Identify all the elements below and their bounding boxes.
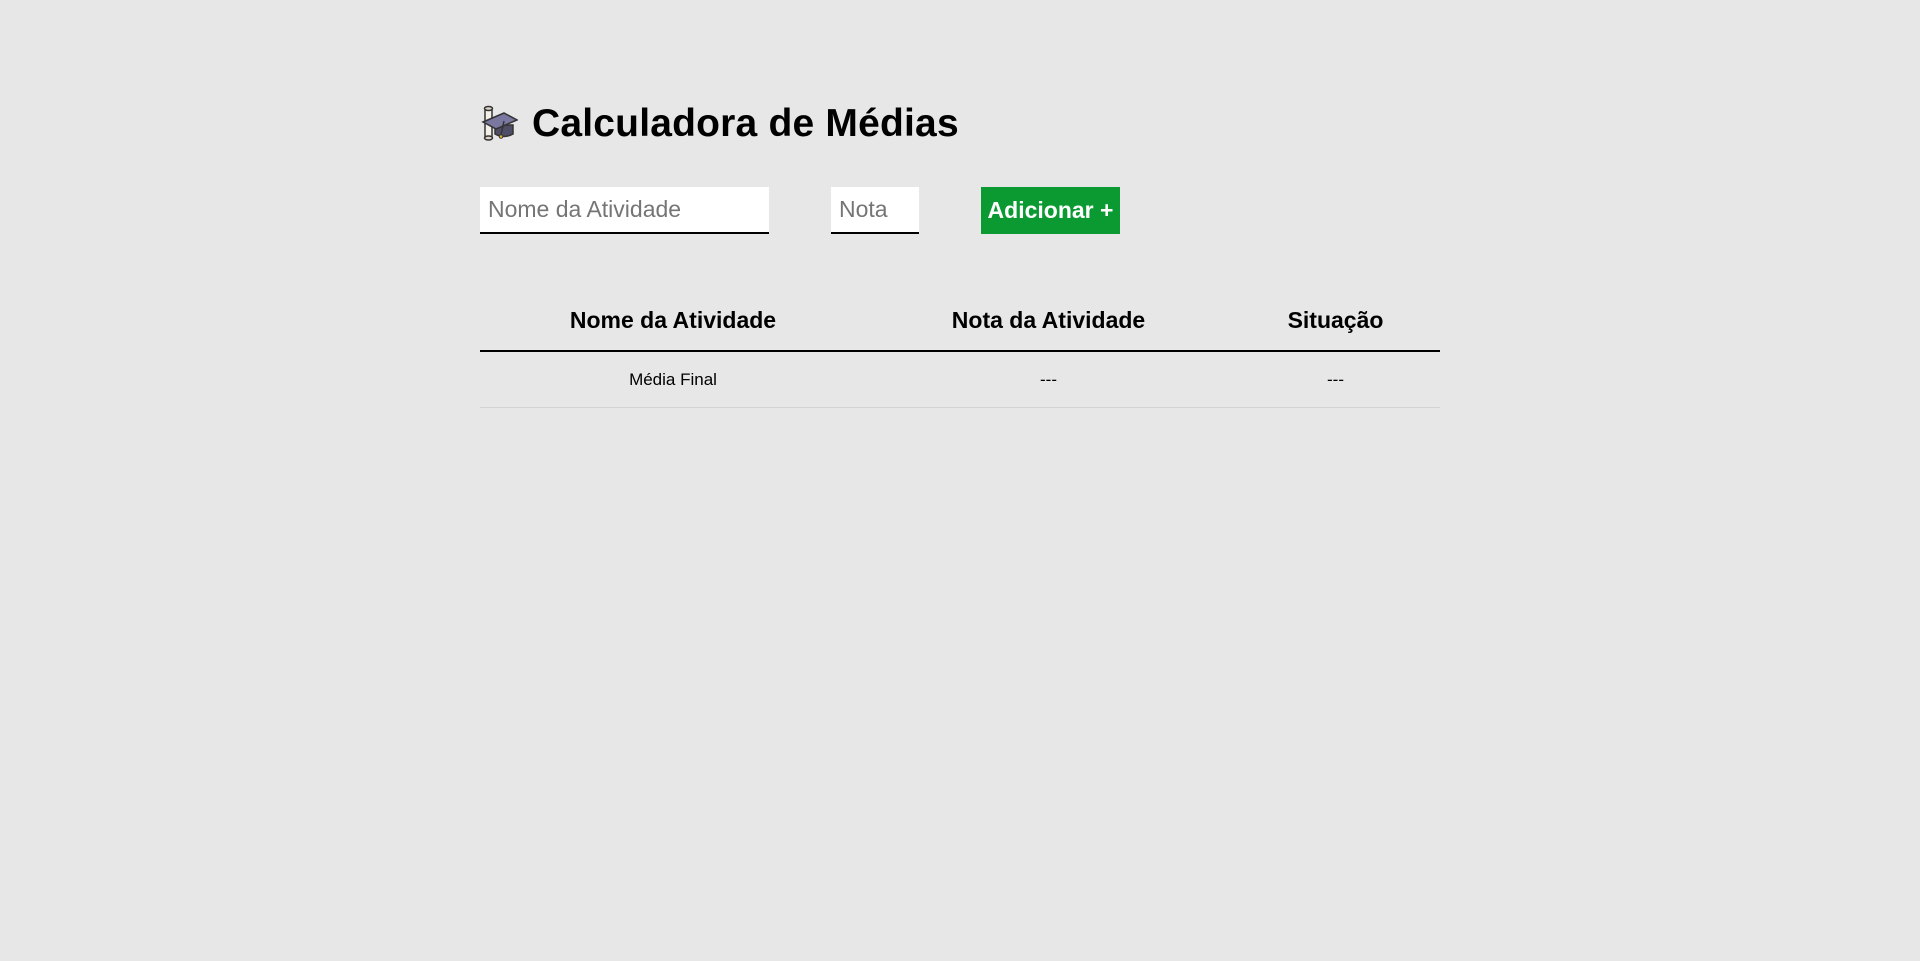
column-header-activity-name: Nome da Atividade	[480, 290, 866, 352]
graduation-cap-diploma-icon	[481, 105, 518, 141]
column-header-status: Situação	[1231, 290, 1440, 352]
activities-table: Nome da Atividade Nota da Atividade Situ…	[480, 290, 1440, 408]
final-average-value: ---	[866, 351, 1231, 408]
final-average-row: Média Final --- ---	[480, 351, 1440, 408]
add-button[interactable]: Adicionar +	[981, 187, 1120, 234]
page-title: Calculadora de Médias	[532, 102, 959, 145]
final-average-label: Média Final	[480, 351, 866, 408]
page-header: Calculadora de Médias	[480, 100, 959, 148]
activity-name-input[interactable]	[480, 187, 769, 234]
table-header-row: Nome da Atividade Nota da Atividade Situ…	[480, 290, 1440, 352]
final-status-value: ---	[1231, 351, 1440, 408]
table-header: Nome da Atividade Nota da Atividade Situ…	[480, 290, 1440, 352]
column-header-activity-grade: Nota da Atividade	[866, 290, 1231, 352]
grade-input[interactable]	[831, 187, 919, 234]
table-footer: Média Final --- ---	[480, 351, 1440, 408]
